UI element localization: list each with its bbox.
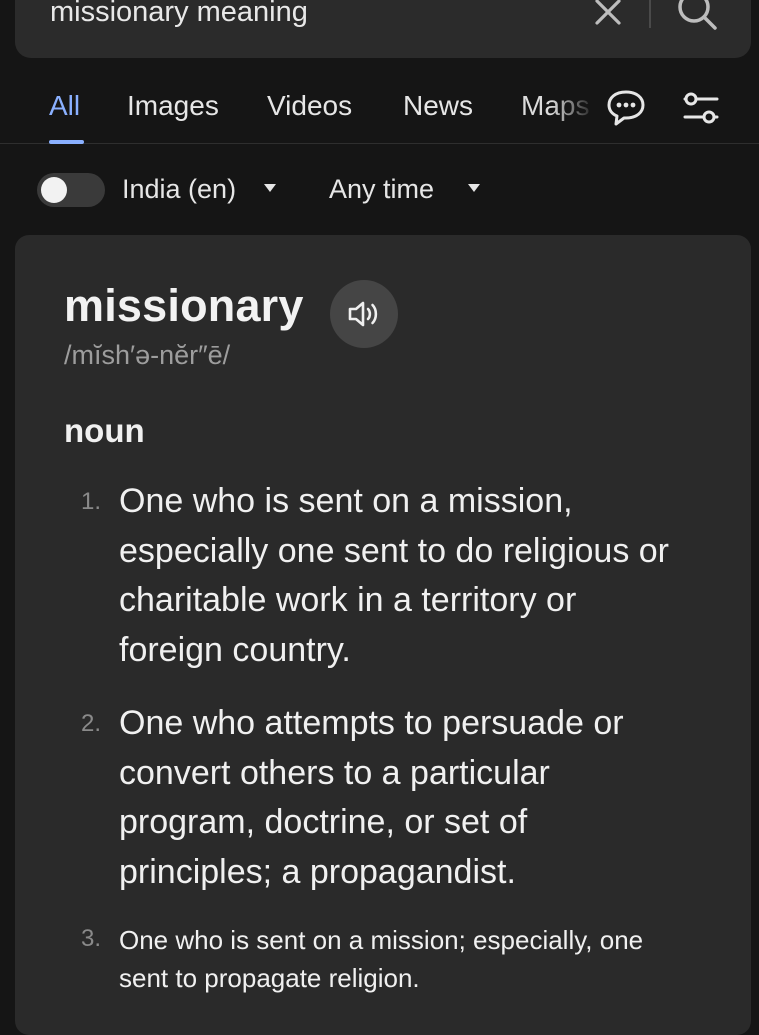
sense-text: One who is sent on a mission, especially… [119,482,669,669]
chat-button[interactable] [604,86,648,130]
caret-down-icon [264,184,276,192]
sense-number: 2. [81,710,102,737]
filter-row: India (en) Any time [0,160,759,220]
definition-card: missionary /mĭsh′ə-nĕr″ē/ noun 1. One wh… [15,235,751,1035]
sense-number: 1. [81,488,102,515]
search-button[interactable] [675,0,719,32]
search-settings-button[interactable] [680,88,722,130]
time-filter[interactable]: Any time [329,174,434,205]
chat-icon [607,90,645,126]
search-tabs: All Images Videos News Maps [0,74,759,144]
sense-text: One who is sent on a mission; especially… [119,925,644,993]
search-divider [649,0,651,28]
close-icon [595,0,621,25]
part-of-speech: noun [64,412,145,449]
toggle-knob [41,177,67,203]
sense-text: One who attempts to persuade or convert … [119,704,624,891]
active-tab-indicator [49,140,84,144]
tab-maps[interactable]: Maps [521,90,589,122]
search-icon [678,0,717,30]
tab-videos[interactable]: Videos [267,90,352,122]
tab-all[interactable]: All [49,90,80,122]
pronunciation-audio-button[interactable] [330,280,398,348]
definition-word: missionary [64,280,304,331]
search-bar: missionary meaning [15,0,751,58]
sense-number: 3. [81,925,102,952]
speaker-icon [348,301,378,327]
tab-images[interactable]: Images [127,90,219,122]
tab-news[interactable]: News [403,90,473,122]
safe-search-toggle[interactable] [37,173,105,207]
caret-down-icon [468,184,480,192]
pronunciation-text: /mĭsh′ə-nĕr″ē/ [64,340,231,370]
filter-settings-icon [683,92,719,124]
clear-search-button[interactable] [590,0,626,30]
search-input[interactable]: missionary meaning [50,0,308,27]
region-filter[interactable]: India (en) [122,174,236,205]
